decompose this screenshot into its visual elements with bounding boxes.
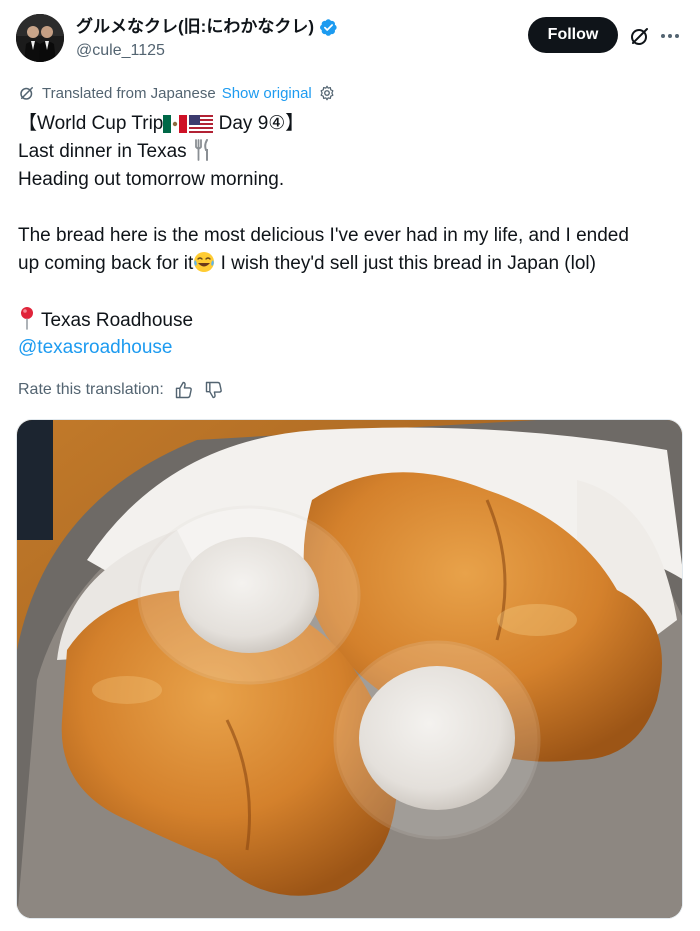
gear-icon[interactable] <box>318 84 336 102</box>
show-original-link[interactable]: Show original <box>222 85 312 102</box>
tears-of-joy-icon <box>194 252 215 272</box>
mexico-flag-icon <box>163 115 188 133</box>
rate-translation-label: Rate this translation: <box>18 381 164 398</box>
grok-icon[interactable] <box>628 24 652 48</box>
tweet-text: 【World Cup Trip Day 9④】 Last dinner in T… <box>18 110 682 362</box>
tweet-line: The bread here is the most delicious I'v… <box>18 225 629 246</box>
display-name-text: グルメなクレ(旧:にわかなクレ) <box>76 17 314 36</box>
translation-notice: Translated from Japanese Show original <box>18 82 336 104</box>
round-pushpin-icon <box>21 307 33 330</box>
more-icon[interactable] <box>658 24 682 48</box>
translate-icon <box>20 87 33 100</box>
user-handle[interactable]: @cule_1125 <box>76 40 338 62</box>
thumb-up-icon[interactable] <box>174 380 194 400</box>
thumb-down-icon[interactable] <box>204 380 224 400</box>
usa-flag-icon <box>189 115 214 133</box>
display-name[interactable]: グルメなクレ(旧:にわかなクレ) <box>76 16 338 38</box>
tweet-line-title: 【World Cup Trip Day 9④】 <box>18 113 305 134</box>
translation-notice-text: Translated from Japanese <box>42 84 216 102</box>
verified-badge-icon <box>320 18 337 36</box>
tweet-header: グルメなクレ(旧:にわかなクレ) @cule_1125 Follow <box>0 0 700 78</box>
avatar[interactable] <box>16 14 64 62</box>
tweet-photo[interactable] <box>16 419 683 919</box>
fork-and-knife-icon <box>195 139 208 161</box>
mention-link[interactable]: @texasroadhouse <box>18 334 682 362</box>
follow-button[interactable]: Follow <box>528 17 618 53</box>
rate-translation: Rate this translation: <box>18 378 224 402</box>
tweet-line: Last dinner in Texas <box>18 138 682 166</box>
bread-basket-photo <box>17 420 682 918</box>
tweet-location-line: Texas Roadhouse <box>18 306 682 334</box>
tweet-line: Heading out tomorrow morning. <box>18 169 285 190</box>
tweet-line: up coming back for it I wish they'd sell… <box>18 252 596 274</box>
